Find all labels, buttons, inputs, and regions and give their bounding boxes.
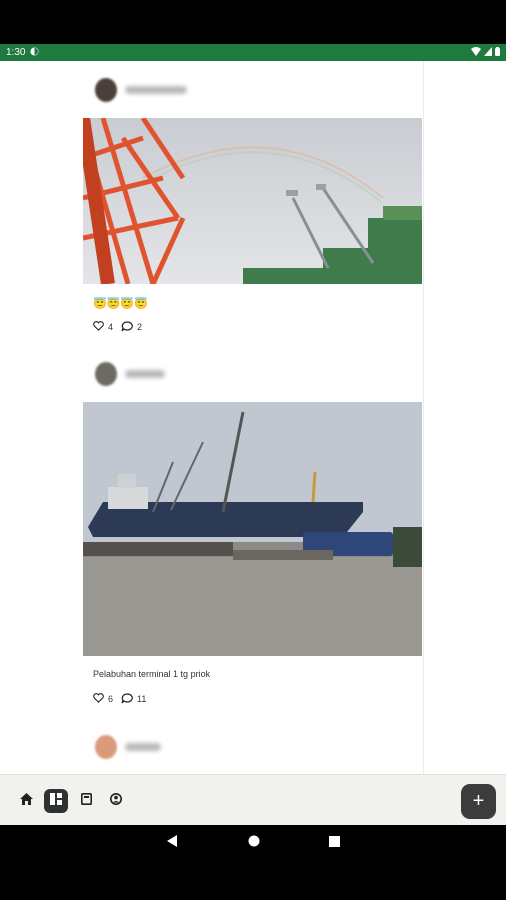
post-card: Pelabuhan terminal 1 tg priok 6 11 (83, 345, 423, 706)
post-caption: Pelabuhan terminal 1 tg priok (93, 669, 211, 679)
comment-count: 2 (137, 322, 143, 332)
comment-count: 11 (137, 694, 147, 704)
post-stats: 4 2 (83, 311, 423, 334)
post-caption: 😇😇😇😇 (93, 298, 148, 310)
bookmark-icon (80, 792, 92, 810)
like-button[interactable]: 6 (93, 693, 113, 705)
comment-icon (121, 320, 133, 334)
heart-icon (93, 693, 104, 705)
status-bar: 1:30 (0, 44, 506, 61)
wifi-icon (471, 46, 481, 59)
home-icon (19, 792, 33, 810)
avatar[interactable] (95, 77, 117, 102)
avatar[interactable] (95, 361, 117, 386)
like-count: 6 (108, 694, 114, 704)
app-content: 😇😇😇😇 4 2 Pelabuhan terminal 1 tg priok 6… (0, 61, 506, 825)
nav-feed[interactable] (44, 789, 68, 813)
app-notification-icon (30, 46, 40, 59)
username[interactable] (125, 85, 187, 94)
username[interactable] (125, 369, 165, 378)
comment-button[interactable]: 2 (121, 320, 143, 334)
recents-icon[interactable] (329, 834, 340, 852)
home-circle-icon[interactable] (248, 834, 260, 852)
post-header[interactable] (83, 61, 423, 118)
nav-home[interactable] (14, 789, 38, 813)
comment-icon (121, 692, 133, 706)
system-navigation-bar (0, 825, 506, 856)
signal-icon (484, 46, 492, 59)
feed-icon (50, 792, 62, 810)
username[interactable] (125, 742, 161, 751)
nav-account[interactable] (104, 789, 128, 813)
post-image[interactable] (83, 402, 422, 656)
like-button[interactable]: 4 (93, 321, 113, 333)
post-feed[interactable]: 😇😇😇😇 4 2 Pelabuhan terminal 1 tg priok 6… (83, 61, 424, 774)
like-count: 4 (108, 322, 114, 332)
post-card: 😇😇😇😇 4 2 (83, 61, 423, 334)
bottom-navigation: + (0, 774, 506, 825)
post-image[interactable] (83, 118, 422, 284)
post-header[interactable] (83, 345, 423, 402)
nav-bookmarks[interactable] (74, 789, 98, 813)
post-card (83, 718, 423, 774)
clock: 1:30 (6, 47, 26, 58)
post-header[interactable] (83, 718, 423, 774)
avatar[interactable] (95, 734, 117, 759)
back-icon[interactable] (167, 834, 177, 852)
comment-button[interactable]: 11 (121, 692, 147, 706)
create-post-button[interactable]: + (461, 784, 496, 819)
heart-icon (93, 321, 104, 333)
post-stats: 6 11 (83, 683, 423, 706)
account-icon (110, 792, 122, 810)
battery-icon (495, 46, 500, 59)
